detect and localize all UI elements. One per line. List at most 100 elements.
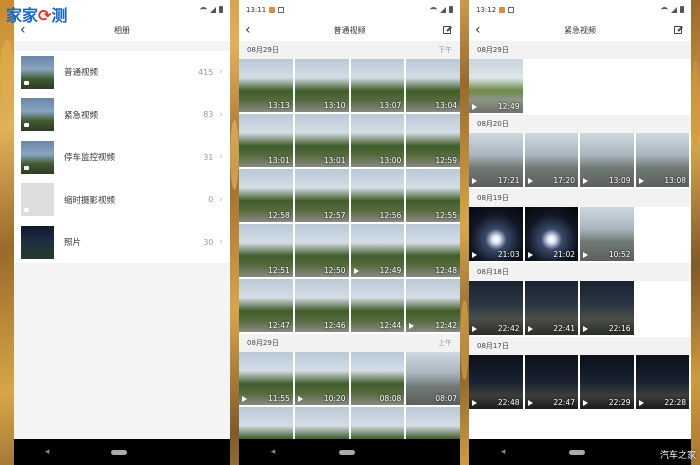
album-row[interactable]: 照片 30 › [14, 221, 230, 264]
video-thumbnail[interactable]: 13:10 [294, 59, 349, 112]
flag-icon [638, 178, 644, 184]
video-thumbnail[interactable]: 22:16 [580, 281, 634, 335]
flag-icon [583, 400, 588, 406]
video-time: 17:21 [497, 176, 520, 185]
nav-home-icon[interactable] [569, 449, 586, 455]
video-thumbnail[interactable]: 22:41 [524, 281, 578, 335]
video-thumbnail[interactable]: 12:46 [294, 279, 349, 332]
album-thumbnail [21, 140, 54, 174]
nav-back-icon[interactable]: ◂ [271, 447, 276, 457]
flag-icon [297, 396, 303, 402]
wifi-icon [661, 6, 668, 13]
video-thumbnail[interactable]: 22:29 [580, 355, 634, 409]
back-button[interactable]: ‹ [245, 23, 259, 37]
video-time: 22:42 [497, 324, 520, 333]
emergency-video-screen: 13:12 ‹ 紧急视频 08月29日 12:49 08月20日 17:21 17:20… [469, 0, 691, 465]
video-time: 12:46 [323, 321, 346, 330]
album-screen: ‹ 相册 普通视频 415 › 紧急视频 83 › 停车监控视频 31 › 缩时摄影视频 0 › 照片 3… [14, 0, 230, 465]
video-thumbnail[interactable]: 12:48 [406, 224, 460, 277]
edit-icon [443, 26, 451, 34]
flag-icon [527, 178, 533, 184]
signal-icon [440, 6, 446, 13]
video-thumbnail[interactable]: 12:42 [406, 279, 460, 332]
video-thumbnail[interactable]: 12:47 [239, 279, 293, 332]
video-time: 22:48 [497, 398, 520, 407]
video-thumbnail[interactable]: 17:21 [469, 133, 523, 187]
video-thumbnail[interactable]: 12:50 [294, 224, 349, 277]
notification-icon [269, 6, 276, 13]
corner-watermark: 汽车之家 [659, 451, 696, 461]
video-time: 12:42 [435, 321, 457, 330]
flag-icon [527, 400, 533, 406]
battery-icon [449, 6, 453, 13]
back-button[interactable]: ‹ [475, 23, 489, 37]
flag-icon [472, 104, 477, 110]
video-thumbnail[interactable]: 21:02 [524, 207, 578, 261]
video-time: 10:52 [608, 250, 631, 259]
flag-icon [583, 178, 588, 184]
video-thumbnail[interactable]: 12:51 [239, 224, 293, 277]
video-time: 12:47 [268, 321, 290, 330]
video-thumbnail[interactable]: 21:03 [469, 207, 523, 261]
video-time: 12:56 [379, 211, 402, 220]
video-thumbnail[interactable]: 12:44 [350, 279, 405, 332]
video-time: 22:16 [608, 324, 631, 333]
video-thumbnail[interactable]: 13:04 [406, 59, 460, 112]
section-date: 08月20日 [477, 120, 509, 128]
album-row[interactable]: 普通视频 415 › [14, 51, 230, 94]
video-thumbnail[interactable]: 22:28 [635, 355, 689, 409]
edit-button[interactable] [671, 26, 685, 34]
video-thumbnail[interactable]: 08:08 [350, 352, 405, 405]
nav-back-icon[interactable]: ◂ [501, 447, 506, 457]
nav-home-icon[interactable] [111, 449, 128, 455]
video-time: 13:01 [323, 156, 346, 165]
video-thumbnail[interactable]: 22:42 [469, 281, 523, 335]
background-leaf [0, 40, 14, 100]
video-time: 10:20 [323, 394, 346, 403]
album-row[interactable]: 紧急视频 83 › [14, 94, 230, 137]
video-camera-icon [24, 80, 29, 85]
video-thumbnail[interactable]: 12:57 [294, 169, 349, 222]
video-thumbnail[interactable]: 12:55 [406, 169, 460, 222]
video-camera-icon [24, 165, 29, 170]
notification-icon [499, 6, 506, 13]
album-row[interactable]: 缩时摄影视频 0 › [14, 179, 230, 222]
thumbnail-grid: 22:42 22:41 22:16 [469, 281, 691, 337]
video-thumbnail[interactable]: 17:20 [524, 133, 578, 187]
video-thumbnail[interactable]: 13:13 [239, 59, 293, 112]
video-thumbnail[interactable]: 11:55 [239, 352, 293, 405]
nav-bar: ◂ [469, 439, 691, 465]
album-thumbnail [21, 98, 54, 132]
video-thumbnail[interactable]: 13:01 [294, 114, 349, 167]
wifi-icon [200, 6, 207, 13]
video-thumbnail[interactable]: 22:48 [469, 355, 523, 409]
video-thumbnail[interactable]: 12:56 [350, 169, 405, 222]
thumbnail-grid: 21:03 21:02 10:52 [469, 207, 691, 263]
album-row[interactable]: 停车监控视频 31 › [14, 136, 230, 179]
background-leaf [460, 300, 469, 380]
video-thumbnail[interactable]: 10:20 [294, 352, 349, 405]
video-thumbnail[interactable]: 12:49 [469, 59, 523, 113]
page-title: 普通视频 [333, 25, 366, 35]
album-thumbnail [21, 183, 54, 217]
video-thumbnail[interactable]: 10:52 [580, 207, 634, 261]
nav-bar: ◂ [14, 439, 230, 465]
chevron-right-icon: › [219, 67, 223, 78]
nav-back-icon[interactable]: ◂ [45, 447, 50, 457]
nav-home-icon[interactable] [338, 449, 355, 455]
image-notification-icon [278, 6, 285, 13]
album-list: 普通视频 415 › 紧急视频 83 › 停车监控视频 31 › 缩时摄影视频 0 › 照片 30 › [14, 51, 230, 264]
video-thumbnail[interactable]: 12:59 [406, 114, 460, 167]
video-thumbnail[interactable]: 12:49 [350, 224, 405, 277]
video-thumbnail[interactable]: 12:58 [239, 169, 293, 222]
video-thumbnail[interactable]: 13:09 [580, 133, 634, 187]
video-thumbnail[interactable]: 13:08 [635, 133, 689, 187]
video-thumbnail[interactable]: 13:00 [350, 114, 405, 167]
video-thumbnail[interactable]: 13:01 [239, 114, 293, 167]
video-thumbnail[interactable]: 22:47 [524, 355, 578, 409]
video-thumbnail[interactable]: 08:07 [406, 352, 460, 405]
edit-button[interactable] [440, 26, 454, 34]
video-time: 12:49 [497, 102, 520, 111]
video-thumbnail[interactable]: 13:07 [350, 59, 405, 112]
video-time: 12:55 [435, 211, 457, 220]
